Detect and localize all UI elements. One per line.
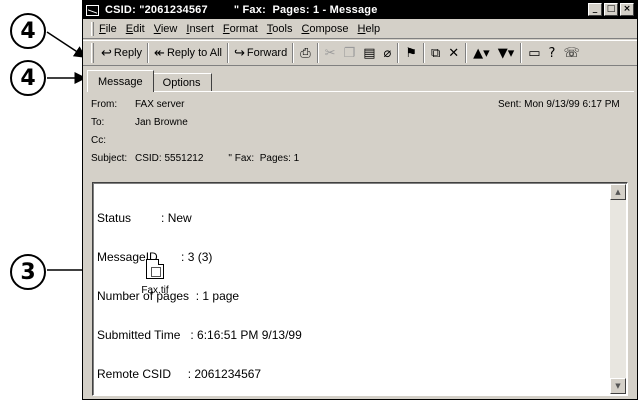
from-value[interactable]: FAX server <box>135 99 184 110</box>
toolbar-separator <box>316 43 319 63</box>
title-bar[interactable]: CSID: "2061234567 " Fax: Pages: 1 - Mess… <box>83 1 637 19</box>
sent-value: Mon 9/13/99 6:17 PM <box>524 98 620 110</box>
window-title: CSID: "2061234567 " Fax: Pages: 1 - Mess… <box>105 4 378 16</box>
paste-icon[interactable]: ▤ <box>359 46 379 61</box>
standard-toolbar: ↩ Reply ↞ Reply to All ↪ Forward ⎙ ✂ ❐ ▤… <box>83 40 637 66</box>
envelope-icon <box>86 4 99 16</box>
toolbar-separator <box>292 43 295 63</box>
reply-button[interactable]: ↩ Reply <box>98 42 145 64</box>
body-line: MessageID : 3 (3) <box>97 250 213 264</box>
body-line: Status : New <box>97 211 192 225</box>
toolbar-separator <box>520 43 523 63</box>
window-controls: _ □ × <box>588 3 634 16</box>
message-window: CSID: "2061234567 " Fax: Pages: 1 - Mess… <box>82 0 638 400</box>
body-line: Number of pages : 1 page <box>97 289 240 303</box>
forward-icon: ↪ <box>233 45 245 61</box>
tab-message[interactable]: Message <box>87 70 154 92</box>
tab-options[interactable]: Options <box>151 73 212 92</box>
cc-label: Cc: <box>91 134 106 146</box>
move-to-folder-icon[interactable]: ⧉ <box>427 46 444 61</box>
toolbar-separator <box>465 43 468 63</box>
cc-row: Cc: <box>91 131 631 149</box>
message-body-text: Status : New MessageID : 3 (3) Number of… <box>97 186 302 399</box>
reply-label: Reply <box>113 47 143 59</box>
callout-attachment: 3 <box>10 254 46 290</box>
vertical-scrollbar[interactable]: ▲ ▼ <box>610 184 626 394</box>
attachment-label: Fax.tif <box>141 285 169 296</box>
sent-label: Sent: <box>498 98 522 110</box>
callout-number: 4 <box>20 65 36 91</box>
tab-divider <box>87 91 634 92</box>
toolbar-separator <box>397 43 400 63</box>
toolbar-separator <box>226 43 229 63</box>
to-label: To: <box>91 116 105 128</box>
toolbar-separator <box>147 43 150 63</box>
callout-toolbar: 4 <box>10 60 46 96</box>
close-button[interactable]: × <box>620 3 634 16</box>
options-icon[interactable]: ▭ <box>524 46 544 61</box>
message-tabs: Message Options <box>87 70 212 92</box>
from-label: From: <box>91 98 118 110</box>
callout-number: 3 <box>20 259 36 285</box>
subject-value[interactable]: CSID: 5551212 " Fax: Pages: 1 <box>135 153 299 164</box>
reply-all-button[interactable]: ↞ Reply to All <box>151 42 225 64</box>
menu-tools[interactable]: Tools <box>267 23 293 35</box>
menu-grip[interactable] <box>91 22 94 36</box>
toolbar-separator <box>422 43 425 63</box>
delete-icon[interactable]: ✕ <box>444 46 463 61</box>
body-line: Remote CSID : 2061234567 <box>97 367 262 381</box>
tif-file-icon <box>146 259 164 279</box>
fax-attachment[interactable]: Fax.tif <box>135 259 175 296</box>
reply-all-icon: ↞ <box>154 45 165 61</box>
forward-button[interactable]: ↪ Forward <box>231 42 290 64</box>
callout-number: 4 <box>20 18 36 44</box>
reply-icon: ↩ <box>101 45 112 61</box>
flag-icon[interactable]: ⚑ <box>401 46 421 61</box>
help-icon[interactable]: ? <box>545 46 560 61</box>
maximize-button[interactable]: □ <box>604 3 618 16</box>
minimize-button[interactable]: _ <box>588 3 602 16</box>
previous-item-icon[interactable]: ▲▾ <box>469 46 494 61</box>
sent-field: Sent: Mon 9/13/99 6:17 PM <box>498 99 620 110</box>
callout-menu: 4 <box>10 13 46 49</box>
subject-label: Subject: <box>91 152 128 164</box>
scroll-down-arrow[interactable]: ▼ <box>610 378 626 394</box>
menu-bar: File Edit View Insert Format Tools Compo… <box>83 20 637 39</box>
subject-row: Subject: CSID: 5551212 " Fax: Pages: 1 <box>91 149 631 167</box>
arrow-menu <box>46 31 87 58</box>
print-icon[interactable]: ⎙ <box>296 46 314 61</box>
to-row: To: Jan Browne <box>91 113 631 131</box>
cut-icon[interactable]: ✂ <box>321 46 340 61</box>
menu-compose[interactable]: Compose <box>301 23 348 35</box>
copy-icon[interactable]: ❐ <box>340 46 360 61</box>
scroll-up-arrow[interactable]: ▲ <box>610 184 626 200</box>
attach-icon[interactable]: ⌀ <box>379 46 395 61</box>
address-book-icon[interactable]: ☏ <box>559 46 583 61</box>
reply-all-label: Reply to All <box>166 47 222 59</box>
next-item-icon[interactable]: ▼▾ <box>494 46 519 61</box>
body-line: Submitted Time : 6:16:51 PM 9/13/99 <box>97 328 302 342</box>
to-value[interactable]: Jan Browne <box>135 117 188 128</box>
menu-view[interactable]: View <box>154 23 178 35</box>
message-headers: From: FAX server Sent: Mon 9/13/99 6:17 … <box>91 95 631 167</box>
forward-label: Forward <box>246 47 288 59</box>
from-row: From: FAX server Sent: Mon 9/13/99 6:17 … <box>91 95 631 113</box>
menu-help[interactable]: Help <box>358 23 381 35</box>
menu-file[interactable]: File <box>99 23 117 35</box>
menu-insert[interactable]: Insert <box>186 23 214 35</box>
menu-format[interactable]: Format <box>223 23 258 35</box>
toolbar-grip[interactable] <box>91 43 94 63</box>
message-body[interactable]: Status : New MessageID : 3 (3) Number of… <box>92 182 628 396</box>
menu-edit[interactable]: Edit <box>126 23 145 35</box>
